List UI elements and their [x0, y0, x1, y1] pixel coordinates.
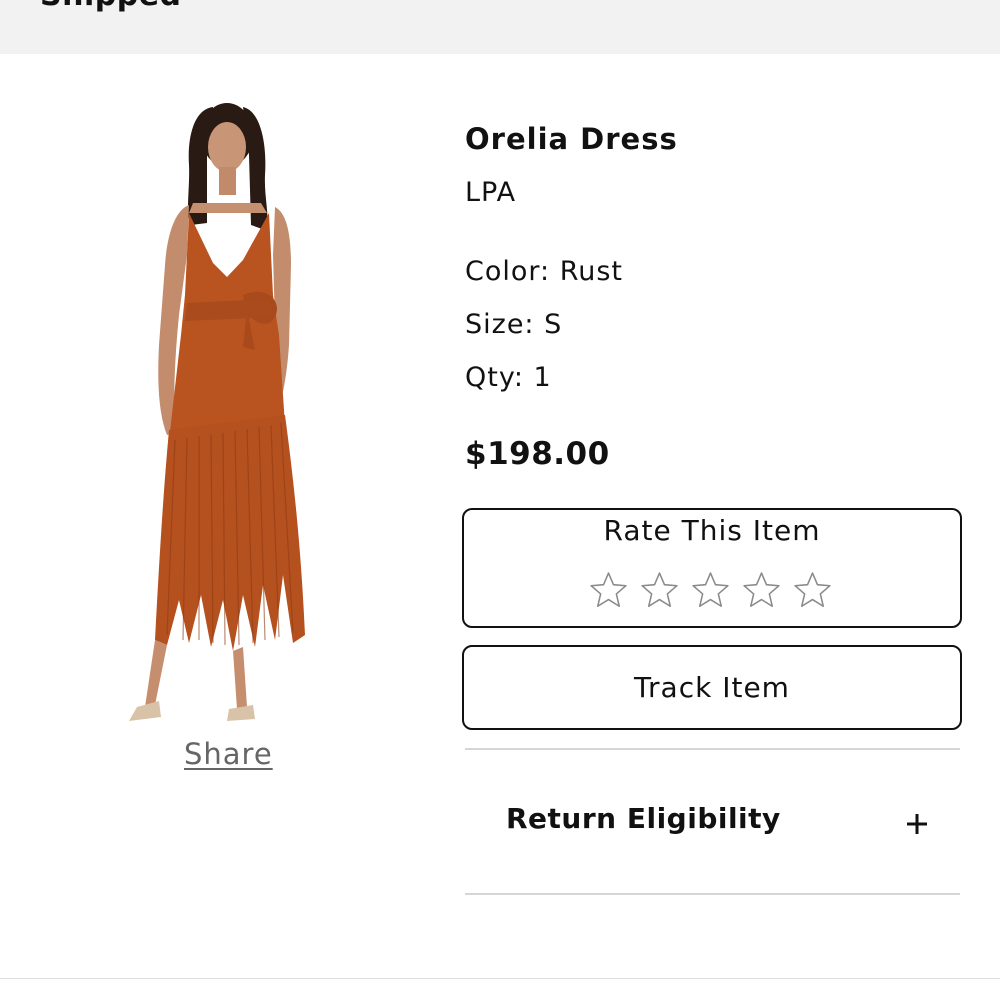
- product-image[interactable]: [115, 95, 355, 735]
- product-color: Color: Rust: [465, 256, 624, 287]
- return-eligibility-toggle[interactable]: Return Eligibility: [465, 750, 960, 893]
- product-size: Size: S: [465, 309, 563, 340]
- brand-name: LPA: [465, 177, 517, 208]
- bottom-separator: [0, 978, 1000, 979]
- product-name[interactable]: Orelia Dress: [465, 122, 678, 156]
- star-rating[interactable]: [588, 570, 833, 611]
- share-link[interactable]: Share: [184, 737, 273, 771]
- star-outline-icon[interactable]: [588, 570, 629, 611]
- star-outline-icon[interactable]: [690, 570, 731, 611]
- rate-item-box[interactable]: Rate This Item: [462, 508, 962, 628]
- status-title: Shipped: [40, 0, 182, 13]
- star-outline-icon[interactable]: [741, 570, 782, 611]
- rate-item-label: Rate This Item: [603, 514, 821, 547]
- product-quantity: Qty: 1: [465, 362, 552, 393]
- star-outline-icon[interactable]: [792, 570, 833, 611]
- plus-icon[interactable]: [905, 812, 929, 836]
- track-item-button[interactable]: Track Item: [462, 645, 962, 730]
- return-eligibility-label: Return Eligibility: [506, 802, 781, 835]
- status-header: Shipped: [0, 0, 1000, 54]
- divider: [465, 893, 960, 895]
- star-outline-icon[interactable]: [639, 570, 680, 611]
- product-price: $198.00: [465, 436, 610, 472]
